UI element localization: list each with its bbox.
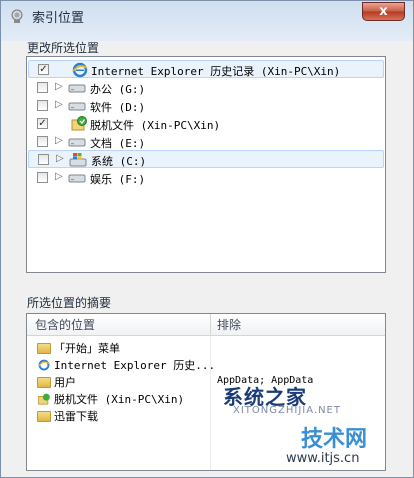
watermark-brand-en: XITONGZHIJIA.NET bbox=[233, 405, 341, 416]
indexing-options-icon bbox=[11, 9, 23, 23]
tree-row-entertainment-drive[interactable]: ▷ 娱乐 (F:) bbox=[28, 169, 384, 187]
tree-row-label: 娱乐 (F:) bbox=[90, 173, 146, 186]
expand-arrow-icon[interactable]: ▷ bbox=[55, 171, 63, 182]
tree-row-documents-drive[interactable]: ▷ 文档 (E:) bbox=[28, 133, 384, 151]
checkbox-unchecked[interactable] bbox=[37, 136, 48, 147]
change-locations-label: 更改所选位置 bbox=[27, 41, 100, 55]
offline-files-icon bbox=[71, 116, 87, 131]
tree-row-label: 脱机文件 (Xin-PC\Xin) bbox=[90, 119, 221, 132]
expand-arrow-icon[interactable]: ▷ bbox=[55, 99, 63, 110]
window-title: 索引位置 bbox=[32, 11, 85, 26]
summary-item: 用户 bbox=[37, 374, 76, 392]
offline-files-icon bbox=[38, 393, 50, 405]
tree-row-software-drive[interactable]: ▷ 软件 (D:) bbox=[28, 97, 384, 115]
checkbox-unchecked[interactable] bbox=[37, 82, 48, 93]
tree-row-label: Internet Explorer 历史记录 (Xin-PC\Xin) bbox=[91, 65, 341, 78]
checkbox-unchecked[interactable] bbox=[37, 172, 48, 183]
expand-arrow-icon[interactable]: ▷ bbox=[55, 81, 63, 92]
summary-item: Internet Explorer 历史... bbox=[37, 357, 215, 375]
summary-item: 脱机文件 (Xin-PC\Xin) bbox=[37, 391, 184, 409]
tree-row-label: 文档 (E:) bbox=[90, 137, 146, 150]
folder-icon bbox=[37, 376, 51, 388]
ie-icon bbox=[72, 62, 88, 78]
tree-row-label: 软件 (D:) bbox=[90, 101, 146, 114]
ie-icon bbox=[38, 359, 50, 371]
tree-row-label: 办公 (G:) bbox=[90, 83, 146, 96]
drive-icon bbox=[68, 102, 86, 111]
tree-row-label: 系统 (C:) bbox=[91, 155, 147, 168]
close-button[interactable]: x bbox=[362, 2, 405, 21]
watermark-url: www.itjs.cn bbox=[286, 451, 360, 466]
drive-icon bbox=[68, 174, 86, 183]
column-header-included[interactable]: 包含的位置 bbox=[27, 314, 211, 336]
expand-arrow-icon[interactable]: ▷ bbox=[56, 153, 64, 164]
locations-tree[interactable]: ✓ Internet Explorer 历史记录 (Xin-PC\Xin) ▷ … bbox=[26, 56, 386, 273]
tree-row-offline-files[interactable]: ✓ 脱机文件 (Xin-PC\Xin) bbox=[28, 115, 384, 133]
summary-label: 所选位置的摘要 bbox=[27, 296, 112, 310]
summary-item: 「开始」菜单 bbox=[37, 340, 120, 358]
checkbox-unchecked[interactable] bbox=[37, 100, 48, 111]
tree-row-office-drive[interactable]: ▷ 办公 (G:) bbox=[28, 79, 384, 97]
checkbox-unchecked[interactable] bbox=[38, 154, 49, 165]
drive-icon bbox=[68, 84, 86, 93]
index-locations-window: 索引位置 x 更改所选位置 ✓ Internet Explorer 历史记录 (… bbox=[0, 0, 414, 478]
watermark-logo: 技术网 bbox=[301, 427, 368, 452]
drive-icon bbox=[68, 138, 86, 147]
column-header-excluded[interactable]: 排除 bbox=[211, 314, 385, 336]
folder-icon bbox=[37, 410, 51, 422]
checkbox-checked[interactable]: ✓ bbox=[38, 64, 49, 75]
tree-row-ie-history[interactable]: ✓ Internet Explorer 历史记录 (Xin-PC\Xin) bbox=[28, 60, 384, 78]
checkbox-checked[interactable]: ✓ bbox=[37, 118, 48, 129]
tree-row-system-drive[interactable]: ▷ 系统 (C:) bbox=[28, 150, 384, 168]
folder-icon bbox=[37, 342, 51, 354]
expand-arrow-icon[interactable]: ▷ bbox=[55, 135, 63, 146]
summary-item: 迅雷下载 bbox=[37, 408, 98, 426]
system-drive-icon bbox=[69, 153, 87, 167]
title-bar: 索引位置 x bbox=[1, 1, 413, 33]
